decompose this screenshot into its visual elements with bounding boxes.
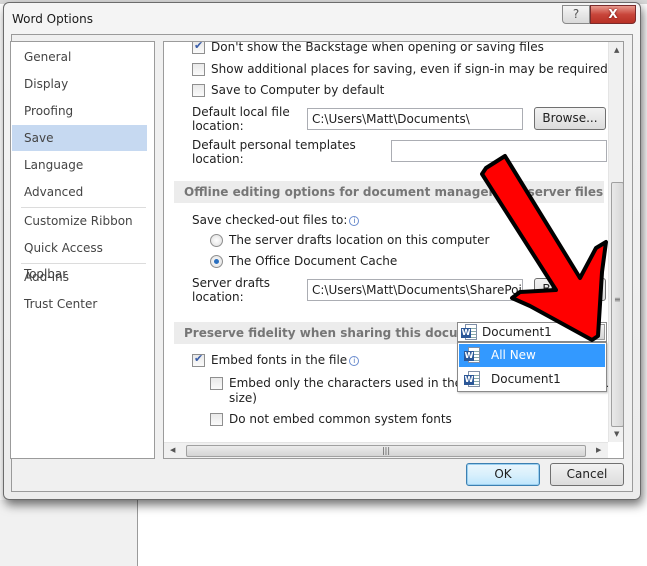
- sidebar-item-display[interactable]: Display: [12, 71, 147, 97]
- server-drafts-radio-label: The server drafts location on this compu…: [229, 233, 490, 247]
- no-common-fonts-checkbox[interactable]: [210, 413, 223, 426]
- browse-server-drafts-button[interactable]: Browse...: [534, 278, 606, 301]
- sidebar-item-quick-access-toolbar[interactable]: Quick Access Toolbar: [12, 235, 147, 281]
- background-document: [139, 500, 647, 566]
- default-templates-location-input[interactable]: [391, 140, 607, 162]
- embed-only-used-label-2: size): [229, 391, 257, 405]
- show-additional-places-label: Show additional places for saving, even …: [211, 62, 612, 76]
- server-drafts-location-label: Server drafts: [192, 276, 271, 290]
- offline-editing-section-header: Offline editing options for document man…: [174, 181, 604, 203]
- sidebar-item-save[interactable]: Save: [12, 125, 147, 151]
- server-drafts-radio[interactable]: [210, 234, 223, 247]
- title-bar: Word Options ? X: [4, 3, 640, 33]
- help-button[interactable]: ?: [562, 5, 590, 24]
- default-templates-location-label: Default personal templates: [192, 138, 356, 152]
- chevron-down-icon[interactable]: ▼: [589, 324, 605, 340]
- vertical-scroll-thumb[interactable]: ≡: [611, 182, 623, 427]
- cancel-button[interactable]: Cancel: [550, 463, 624, 486]
- server-drafts-location-input[interactable]: C:\Users\Matt\Documents\SharePoint Draft…: [307, 279, 523, 301]
- save-checked-out-label: Save checked-out files to: i: [192, 213, 360, 227]
- sidebar-item-customize-ribbon[interactable]: Customize Ribbon: [12, 208, 147, 234]
- sidebar-item-advanced[interactable]: Advanced: [12, 179, 147, 205]
- scroll-up-icon[interactable]: ▲: [614, 46, 619, 54]
- fidelity-document-dropdown[interactable]: W Document1 ▼: [457, 322, 607, 342]
- show-additional-places-checkbox[interactable]: [192, 63, 205, 76]
- grip-icon: |||: [381, 446, 391, 455]
- word-document-icon: W: [461, 324, 477, 340]
- info-icon: i: [349, 356, 360, 366]
- close-button[interactable]: X: [590, 5, 636, 24]
- embed-only-used-checkbox[interactable]: [210, 377, 223, 390]
- default-local-location-label: Default local file: [192, 105, 290, 119]
- ok-button[interactable]: OK: [466, 463, 540, 486]
- save-to-computer-checkbox[interactable]: [192, 84, 205, 97]
- sidebar-item-general[interactable]: General: [12, 44, 147, 70]
- dropdown-option-document1[interactable]: W Document1: [459, 368, 605, 391]
- save-options-panel: Don't show the Backstage when opening or…: [163, 41, 624, 459]
- scroll-left-icon[interactable]: ◀: [170, 446, 175, 454]
- options-sidebar: General Display Proofing Save Language A…: [10, 41, 155, 459]
- help-icon: ?: [572, 7, 580, 21]
- embed-fonts-checkbox[interactable]: [192, 352, 205, 367]
- embed-fonts-text: Embed fonts in the file: [211, 353, 348, 367]
- horizontal-scrollbar[interactable]: ◀ ||| ▶: [164, 442, 608, 458]
- default-local-location-label-2: location:: [192, 119, 244, 133]
- grip-icon: ≡: [614, 295, 621, 304]
- default-templates-location-label-2: location:: [192, 152, 244, 166]
- vertical-scrollbar[interactable]: ▲ ≡ ▼: [608, 42, 623, 442]
- sidebar-item-add-ins[interactable]: Add-Ins: [12, 264, 147, 290]
- horizontal-scroll-thumb[interactable]: |||: [186, 445, 586, 457]
- dont-show-backstage-label: Don't show the Backstage when opening or…: [211, 41, 544, 54]
- word-document-icon: W: [464, 347, 480, 363]
- sidebar-item-language[interactable]: Language: [12, 152, 147, 178]
- option-label: Document1: [491, 372, 561, 386]
- sidebar-item-proofing[interactable]: Proofing: [12, 98, 147, 124]
- sidebar-item-trust-center[interactable]: Trust Center: [12, 291, 147, 317]
- word-document-icon: W: [464, 371, 480, 387]
- save-to-computer-label: Save to Computer by default: [211, 83, 385, 97]
- scroll-down-icon[interactable]: ▼: [614, 430, 619, 438]
- no-common-fonts-label: Do not embed common system fonts: [229, 412, 452, 426]
- dialog-title: Word Options: [12, 12, 93, 26]
- office-document-cache-radio[interactable]: [210, 255, 223, 268]
- server-drafts-location-label-2: location:: [192, 290, 244, 304]
- dont-show-backstage-checkbox[interactable]: [192, 42, 205, 54]
- fidelity-dropdown-menu: W All New Documents W Document1: [457, 342, 607, 392]
- info-icon: i: [349, 216, 360, 226]
- dropdown-selected-value: Document1: [482, 325, 552, 339]
- scroll-right-icon[interactable]: ▶: [596, 446, 601, 454]
- save-checked-out-text: Save checked-out files to:: [192, 213, 348, 227]
- background-panel: [0, 500, 138, 566]
- default-local-location-input[interactable]: C:\Users\Matt\Documents\: [307, 108, 523, 130]
- browse-local-button[interactable]: Browse...: [534, 107, 606, 130]
- close-icon: X: [608, 7, 618, 21]
- embed-fonts-label: Embed fonts in the file i: [211, 353, 360, 367]
- office-document-cache-radio-label: The Office Document Cache: [229, 254, 398, 268]
- dropdown-option-all-new-documents[interactable]: W All New Documents: [459, 344, 605, 385]
